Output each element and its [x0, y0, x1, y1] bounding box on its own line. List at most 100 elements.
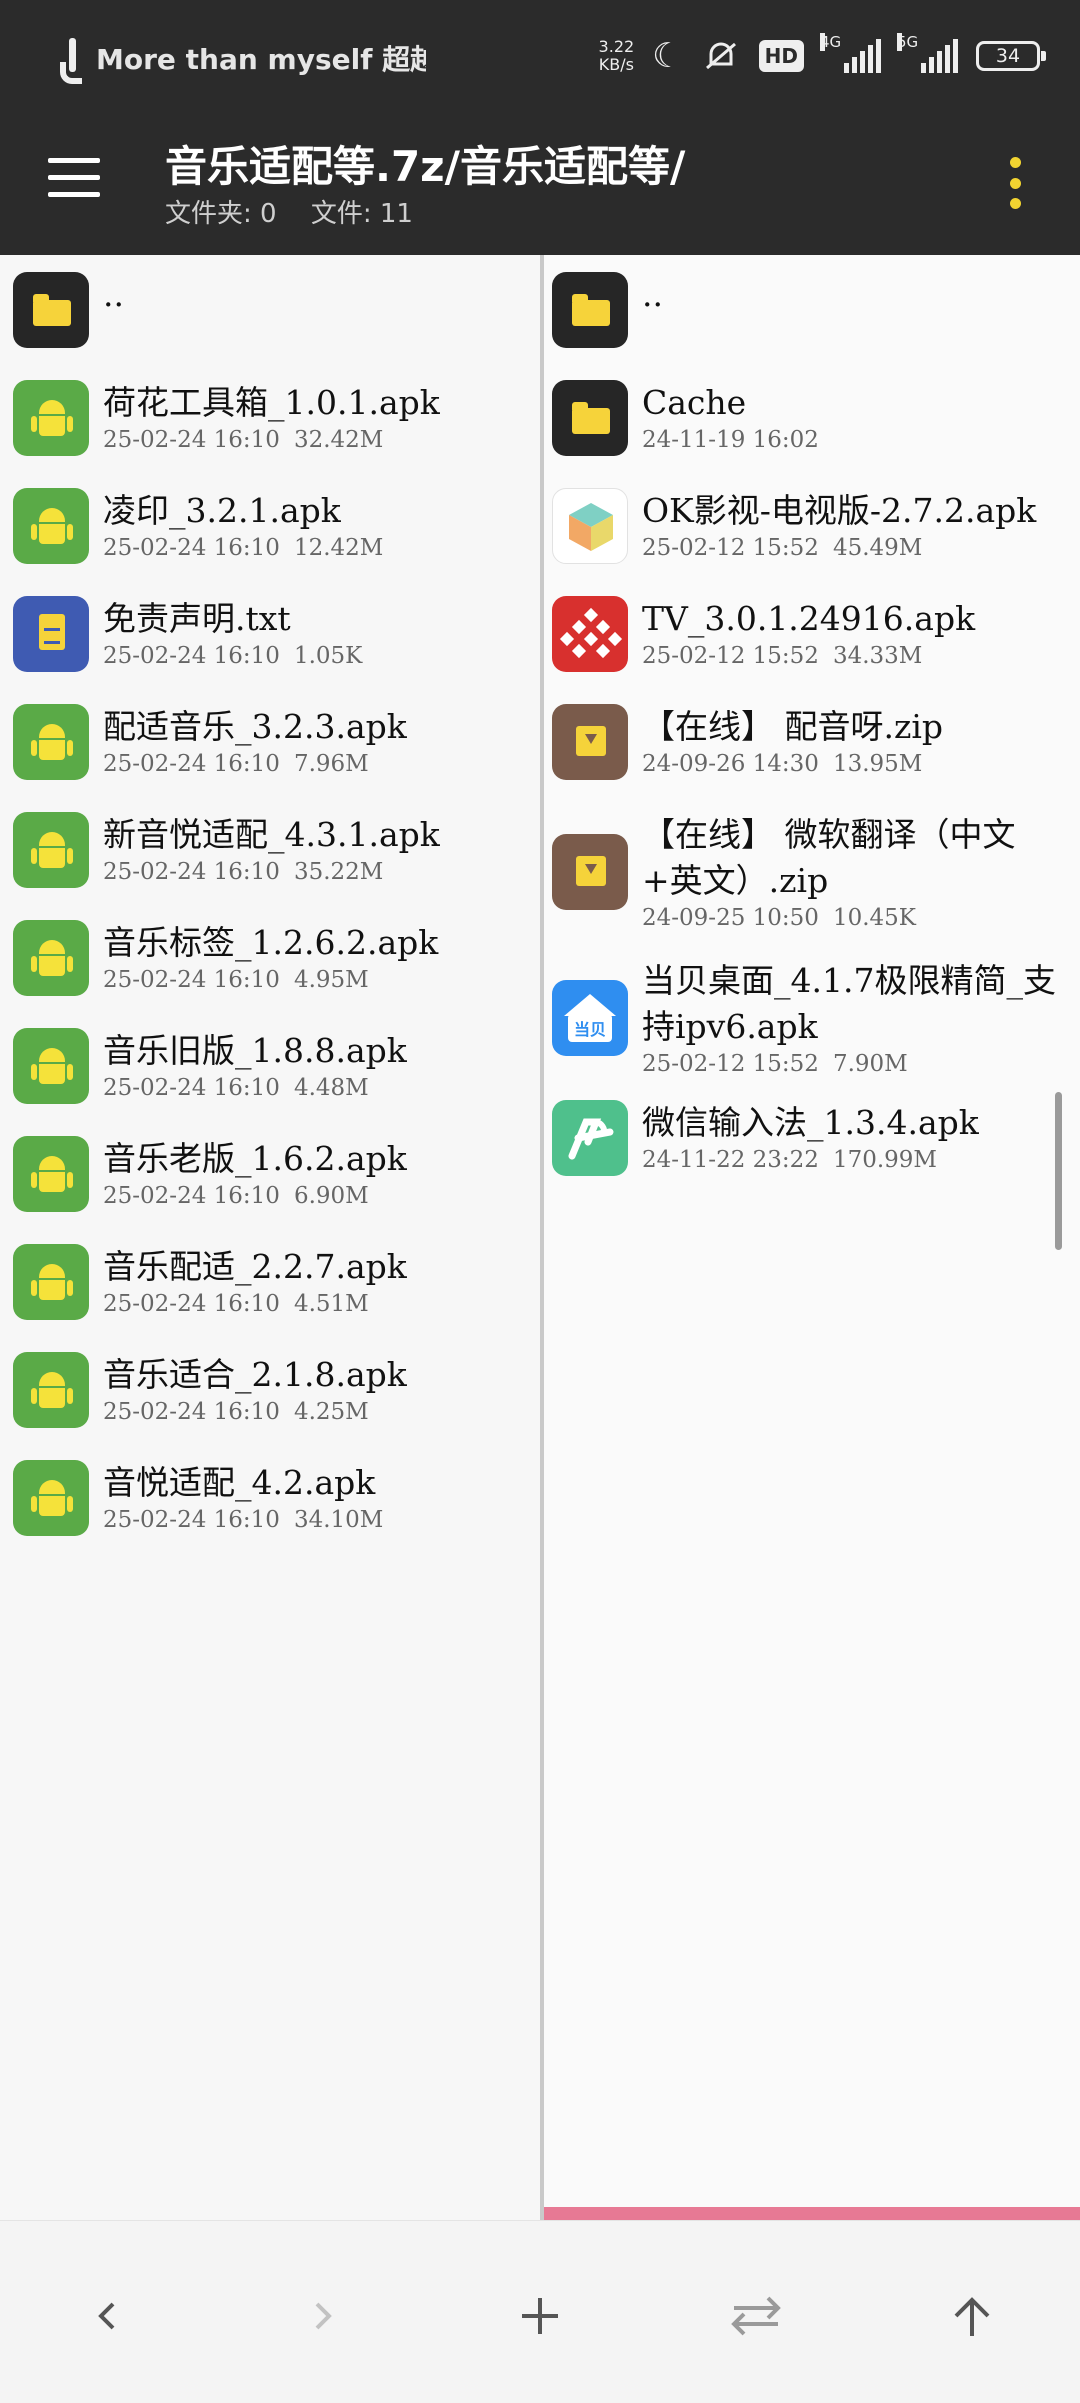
file-size: 4.25M [293, 1399, 369, 1425]
more-options-button[interactable] [1005, 157, 1025, 209]
right-file-panel[interactable]: .. Cache 24-11-19 16:02 OK影视-电视版-2.7.2.a… [544, 255, 1080, 2220]
file-name: .. [642, 275, 663, 314]
right-panel-scrollbar[interactable] [1055, 1092, 1062, 1250]
moon-icon: ☾ [652, 36, 683, 76]
signal-5g-label: 5G [897, 33, 919, 51]
swap-arrows-icon [731, 2296, 781, 2336]
file-row-parent[interactable]: .. [13, 272, 124, 348]
file-row[interactable]: 【在线】 微软翻译（中文+英文）.zip 24-09-25 10:50 10.45… [552, 812, 1062, 932]
file-row[interactable]: 【在线】 配音呀.zip 24-09-26 14:30 13.95M [552, 704, 943, 780]
file-size: 34.10M [293, 1507, 384, 1533]
archive-icon [552, 834, 628, 910]
file-date: 25-02-24 16:10 [103, 643, 280, 669]
file-date: 25-02-24 16:10 [103, 1291, 280, 1317]
file-row[interactable]: 音乐适合_2.1.8.apk 25-02-24 16:10 4.25M [13, 1352, 407, 1428]
hamburger-menu-button[interactable] [48, 158, 102, 198]
file-row[interactable]: 音悦适配_4.2.apk 25-02-24 16:10 34.10M [13, 1460, 397, 1536]
android-apk-icon [13, 1244, 89, 1320]
file-date: 25-02-24 16:10 [103, 1507, 280, 1533]
back-button[interactable] [72, 2281, 142, 2351]
android-apk-icon [13, 380, 89, 456]
file-size: 170.99M [832, 1147, 937, 1173]
file-row[interactable]: 音乐标签_1.2.6.2.apk 25-02-24 16:10 4.95M [13, 920, 438, 996]
file-size: 7.96M [293, 751, 369, 777]
file-date: 25-02-24 16:10 [103, 859, 280, 885]
left-file-panel[interactable]: .. 荷花工具箱_1.0.1.apk 25-02-24 16:10 32.42M … [0, 255, 540, 2220]
file-date: 25-02-12 15:52 [642, 1051, 819, 1077]
status-bar: More than myself 超越自 3.22 KB/s ☾ HD 4G 5… [0, 0, 1080, 115]
up-directory-button[interactable] [937, 2281, 1007, 2351]
android-apk-icon [13, 1028, 89, 1104]
signal-4g-label: 4G [820, 33, 842, 51]
folder-icon [552, 380, 628, 456]
file-date: 25-02-24 16:10 [103, 1399, 280, 1425]
file-size: 12.42M [293, 535, 384, 561]
file-row[interactable]: 微信输入法_1.3.4.apk 24-11-22 23:22 170.99M [552, 1100, 979, 1176]
file-date: 24-11-19 16:02 [642, 427, 819, 453]
android-apk-icon [13, 704, 89, 780]
file-date: 25-02-24 16:10 [103, 751, 280, 777]
dangbei-app-icon-label: 当贝 [574, 1020, 606, 1039]
file-row[interactable]: 免责声明.txt 25-02-24 16:10 1.05K [13, 596, 376, 672]
tv-app-icon [552, 596, 628, 672]
android-apk-icon [13, 1460, 89, 1536]
file-size: 32.42M [293, 427, 384, 453]
battery-icon: 34 [976, 41, 1046, 71]
file-row[interactable]: 当贝 当贝桌面_4.1.7极限精简_支持ipv6.apk 25-02-12 15… [552, 958, 1062, 1078]
status-right: 3.22 KB/s ☾ HD 4G 5G 34 [598, 33, 1046, 76]
file-name: 音悦适配_4.2.apk [103, 1463, 376, 1502]
forward-button[interactable] [288, 2281, 358, 2351]
file-row[interactable]: 新音悦适配_4.3.1.apk 25-02-24 16:10 35.22M [13, 812, 440, 888]
file-size: 45.49M [832, 535, 923, 561]
add-button[interactable] [505, 2281, 575, 2351]
chevron-right-icon [315, 2302, 332, 2330]
file-name: 音乐老版_1.6.2.apk [103, 1139, 407, 1178]
file-date: 25-02-24 16:10 [103, 967, 280, 993]
arrow-up-icon [954, 2297, 990, 2336]
file-name: 【在线】 微软翻译（中文+英文）.zip [642, 815, 1016, 900]
signal-5g-icon: 5G [897, 33, 958, 73]
file-date: 25-02-24 16:10 [103, 1075, 280, 1101]
file-name: Cache [642, 383, 747, 422]
folder-icon [552, 272, 628, 348]
swap-panels-button[interactable] [721, 2281, 791, 2351]
current-path: 音乐适配等.7z/音乐适配等/ [165, 142, 686, 191]
chevron-left-icon [98, 2302, 115, 2330]
file-row-parent[interactable]: .. [552, 272, 663, 348]
folder-count: 文件夹: 0 [165, 199, 277, 229]
wechat-input-icon [552, 1100, 628, 1176]
file-name: 音乐配适_2.2.7.apk [103, 1247, 407, 1286]
file-row[interactable]: 荷花工具箱_1.0.1.apk 25-02-24 16:10 32.42M [13, 380, 440, 456]
file-row[interactable]: 音乐配适_2.2.7.apk 25-02-24 16:10 4.51M [13, 1244, 407, 1320]
file-row[interactable]: 音乐老版_1.6.2.apk 25-02-24 16:10 6.90M [13, 1136, 407, 1212]
file-name: 当贝桌面_4.1.7极限精简_支持ipv6.apk [642, 961, 1056, 1046]
music-note-icon [60, 36, 86, 84]
file-name: 音乐旧版_1.8.8.apk [103, 1031, 407, 1070]
file-name: .. [103, 275, 124, 314]
file-row[interactable]: 配适音乐_3.2.3.apk 25-02-24 16:10 7.96M [13, 704, 407, 780]
android-apk-icon [13, 1136, 89, 1212]
status-left: More than myself 超越自 [60, 36, 426, 84]
plus-icon [522, 2298, 558, 2334]
file-size: 35.22M [293, 859, 384, 885]
file-size: 6.90M [293, 1183, 369, 1209]
file-row[interactable]: 音乐旧版_1.8.8.apk 25-02-24 16:10 4.48M [13, 1028, 407, 1104]
cube-app-icon [552, 488, 628, 564]
net-speed-unit: KB/s [598, 55, 634, 74]
file-date: 25-02-24 16:10 [103, 535, 280, 561]
file-row[interactable]: Cache 24-11-19 16:02 [552, 380, 833, 456]
file-size: 1.05K [293, 643, 363, 669]
archive-icon [552, 704, 628, 780]
file-row[interactable]: OK影视-电视版-2.7.2.apk 25-02-12 15:52 45.49M [552, 488, 1036, 564]
file-size: 4.95M [293, 967, 369, 993]
dangbei-app-icon: 当贝 [552, 980, 628, 1056]
file-date: 25-02-12 15:52 [642, 643, 819, 669]
file-row[interactable]: 凌印_3.2.1.apk 25-02-24 16:10 12.42M [13, 488, 397, 564]
file-date: 24-09-26 14:30 [642, 751, 819, 777]
notification-marquee: More than myself 超越自 [96, 43, 426, 76]
file-date: 25-02-24 16:10 [103, 1183, 280, 1209]
file-name: 免责声明.txt [103, 599, 291, 638]
folder-icon [13, 272, 89, 348]
file-row[interactable]: TV_3.0.1.24916.apk 25-02-12 15:52 34.33M [552, 596, 975, 672]
android-apk-icon [13, 812, 89, 888]
